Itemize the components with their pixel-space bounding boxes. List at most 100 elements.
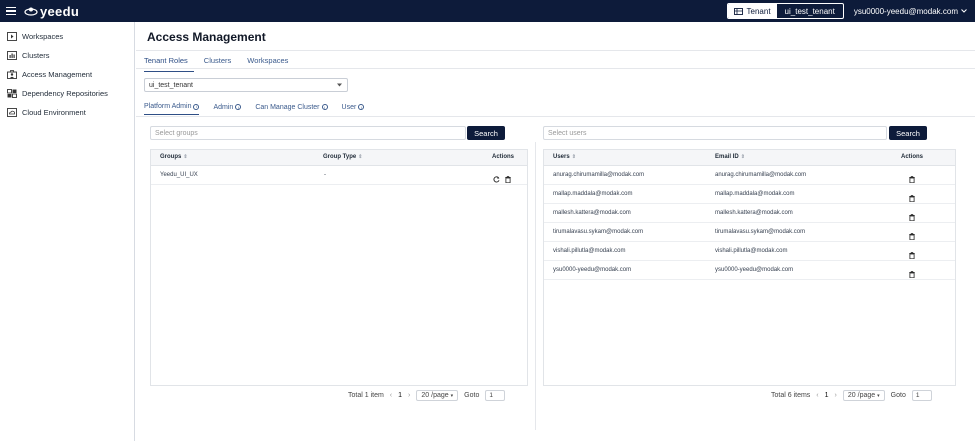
- current-tenant-name: ui_test_tenant: [784, 6, 835, 16]
- delete-icon[interactable]: [909, 265, 915, 283]
- main-tabs: Tenant Roles Clusters Workspaces: [144, 54, 304, 72]
- tenant-button-label: Tenant: [746, 6, 771, 16]
- subtab-user[interactable]: User i: [342, 103, 365, 115]
- user-cell: mallap.maddala@modak.com: [553, 191, 633, 197]
- page-title: Access Management: [147, 30, 266, 44]
- user-cell: anurag.chirumamilla@modak.com: [553, 172, 645, 178]
- chevron-down-icon: [337, 83, 342, 87]
- email-cell: mallesh.kattera@modak.com: [715, 210, 793, 216]
- users-search-input[interactable]: Select users: [543, 126, 887, 140]
- page-size-select[interactable]: 20 /page ▾: [416, 390, 459, 401]
- sidebar-item-clusters[interactable]: Clusters: [0, 46, 134, 65]
- groups-table: Groups ⇕ Group Type ⇕ Actions Yeedu_UI_UX …: [150, 149, 528, 386]
- user-email: ysu0000-yeedu@modak.com: [853, 6, 958, 16]
- tab-workspaces[interactable]: Workspaces: [247, 54, 294, 72]
- sidebar-item-label: Access Management: [22, 70, 93, 79]
- prev-page-icon[interactable]: ‹: [816, 392, 818, 399]
- group-type-cell: -: [324, 172, 326, 178]
- table-row: mallesh.kattera@modak.com mallesh.katter…: [544, 204, 955, 223]
- divider: [136, 50, 975, 51]
- column-header-group-type[interactable]: Group Type ⇕: [323, 154, 362, 160]
- subtab-platform-admin[interactable]: Platform Admin i: [144, 103, 200, 115]
- sidebar-item-label: Clusters: [22, 51, 50, 60]
- info-icon[interactable]: i: [321, 104, 328, 110]
- cloud-icon: [7, 108, 17, 118]
- tab-tenant-roles[interactable]: Tenant Roles: [144, 54, 194, 72]
- user-cell: ysu0000-yeedu@modak.com: [553, 267, 632, 273]
- info-icon[interactable]: i: [358, 104, 365, 110]
- table-row: anurag.chirumamilla@modak.com anurag.chi…: [544, 166, 955, 185]
- prev-page-icon[interactable]: ‹: [390, 392, 392, 399]
- page-size-select[interactable]: 20 /page ▾: [842, 390, 885, 401]
- tenant-select[interactable]: ui_test_tenant: [144, 78, 348, 92]
- column-header-groups[interactable]: Groups ⇕: [160, 154, 188, 160]
- subtab-label: Can Manage Cluster: [255, 103, 320, 111]
- groups-pagination: Total 1 item ‹ 1 › 20 /page ▾ Goto 1: [348, 390, 506, 401]
- email-cell: mallap.maddala@modak.com: [715, 191, 795, 197]
- divider: [136, 68, 975, 69]
- tenant-select-value: ui_test_tenant: [149, 81, 193, 89]
- info-icon[interactable]: i: [235, 104, 242, 110]
- column-header-actions: Actions: [901, 154, 924, 160]
- building-icon: [733, 7, 743, 15]
- table-row: Yeedu_UI_UX -: [151, 166, 527, 185]
- user-menu[interactable]: ysu0000-yeedu@modak.com: [854, 7, 967, 16]
- sidebar-item-workspaces[interactable]: Workspaces: [0, 27, 134, 46]
- refresh-icon[interactable]: [493, 170, 500, 188]
- subtab-label: User: [341, 103, 357, 111]
- user-cell: mallesh.kattera@modak.com: [553, 210, 631, 216]
- user-cell: vishali.pillutla@modak.com: [553, 248, 626, 254]
- subtab-admin[interactable]: Admin i: [213, 103, 242, 115]
- access-icon: [7, 70, 17, 80]
- subtab-can-manage-cluster[interactable]: Can Manage Cluster i: [255, 103, 328, 115]
- goto-input[interactable]: 1: [911, 390, 932, 401]
- users-search-button[interactable]: Search: [889, 126, 927, 140]
- next-page-icon[interactable]: ›: [408, 392, 410, 399]
- tab-clusters[interactable]: Clusters: [204, 54, 238, 72]
- total-count: Total 6 items: [771, 392, 811, 399]
- goto-label: Goto: [464, 392, 480, 399]
- logo-icon: [24, 7, 38, 16]
- workspace-icon: [7, 32, 17, 42]
- divider: [535, 142, 536, 430]
- users-pagination: Total 6 items ‹ 1 › 20 /page ▾ Goto 1: [771, 390, 932, 401]
- table-header: Users ⇕ Email ID ⇕ Actions: [544, 150, 955, 166]
- tenant-switcher[interactable]: Tenant ui_test_tenant: [726, 3, 844, 19]
- groups-search-button[interactable]: Search: [467, 126, 505, 140]
- users-table: Users ⇕ Email ID ⇕ Actions anurag.chirumam…: [543, 149, 956, 386]
- repository-icon: [7, 89, 17, 99]
- column-header-users[interactable]: Users ⇕: [553, 154, 576, 160]
- role-subtabs: Platform Admin i Admin i Can Manage Clus…: [144, 103, 378, 115]
- group-name-cell: Yeedu_UI_UX: [160, 172, 198, 178]
- column-header-email-id[interactable]: Email ID ⇕: [715, 154, 745, 160]
- current-page[interactable]: 1: [398, 392, 402, 399]
- info-icon[interactable]: i: [193, 103, 200, 110]
- yeedu-logo[interactable]: yeedu: [24, 4, 79, 19]
- sidebar-item-label: Cloud Environment: [22, 108, 86, 117]
- table-row: ysu0000-yeedu@modak.com ysu0000-yeedu@mo…: [544, 261, 955, 280]
- sidebar-item-cloud-environment[interactable]: Cloud Environment: [0, 103, 134, 122]
- sidebar-item-dependency-repositories[interactable]: Dependency Repositories: [0, 84, 134, 103]
- goto-label: Goto: [890, 392, 906, 399]
- main-content: Access Management Tenant Roles Clusters …: [136, 22, 975, 441]
- next-page-icon[interactable]: ›: [835, 392, 837, 399]
- email-cell: anurag.chirumamilla@modak.com: [715, 172, 807, 178]
- cluster-icon: [7, 51, 17, 61]
- sidebar-item-label: Dependency Repositories: [22, 89, 108, 98]
- chevron-down-icon: [961, 9, 967, 13]
- delete-icon[interactable]: [505, 170, 511, 188]
- tenant-button[interactable]: Tenant: [727, 4, 777, 18]
- hamburger-menu-icon[interactable]: [6, 6, 16, 16]
- subtab-label: Platform Admin: [144, 103, 192, 110]
- sidebar-item-access-management[interactable]: Access Management: [0, 65, 134, 84]
- top-navbar: yeedu Tenant ui_test_tenant ysu0000-yeed…: [0, 0, 975, 22]
- email-cell: tirumalavasu.sykam@modak.com: [715, 229, 806, 235]
- table-row: tirumalavasu.sykam@modak.com tirumalavas…: [544, 223, 955, 242]
- divider: [136, 116, 975, 117]
- groups-search-input[interactable]: Select groups: [150, 126, 466, 140]
- goto-input[interactable]: 1: [485, 390, 506, 401]
- subtab-label: Admin: [213, 103, 234, 111]
- sidebar-item-label: Workspaces: [22, 32, 64, 41]
- current-page[interactable]: 1: [825, 392, 829, 399]
- total-count: Total 1 item: [348, 392, 384, 399]
